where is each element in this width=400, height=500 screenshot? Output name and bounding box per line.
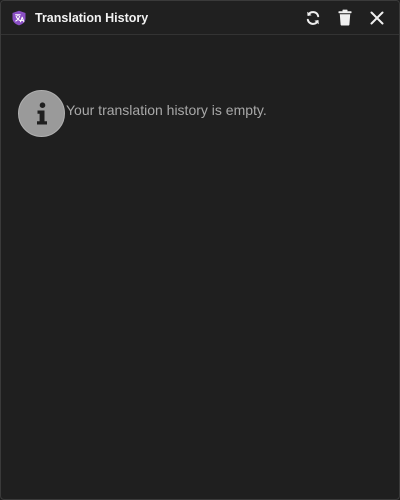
- empty-state-notice: Your translation history is empty.: [18, 90, 267, 137]
- refresh-icon: [305, 10, 321, 26]
- title-bar[interactable]: Translation History: [1, 1, 399, 35]
- refresh-button[interactable]: [299, 4, 327, 32]
- info-icon: [18, 90, 65, 137]
- close-icon: [370, 11, 384, 25]
- window-title: Translation History: [35, 10, 149, 25]
- trash-icon: [337, 9, 353, 26]
- close-button[interactable]: [363, 4, 391, 32]
- history-content-area: Your translation history is empty.: [1, 35, 399, 499]
- clear-history-button[interactable]: [331, 4, 359, 32]
- app-logo-icon: [11, 10, 27, 26]
- title-bar-actions: [295, 1, 391, 34]
- translation-history-window: Translation History Your translation his…: [0, 0, 400, 500]
- empty-history-message: Your translation history is empty.: [66, 101, 267, 118]
